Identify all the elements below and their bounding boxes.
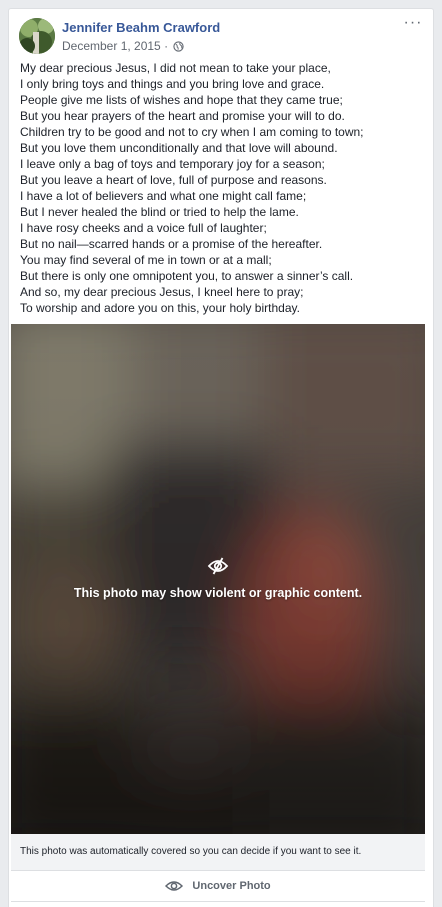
- uncover-photo-button[interactable]: Uncover Photo: [11, 871, 425, 902]
- poem-line: To worship and adore you on this, your h…: [20, 301, 300, 315]
- photo-caption: This photo was automatically covered so …: [11, 834, 425, 871]
- avatar[interactable]: [19, 18, 55, 54]
- poem-line: You may find several of me in town or at…: [20, 253, 272, 267]
- poem-line: And so, my dear precious Jesus, I kneel …: [20, 285, 304, 299]
- content-warning-text: This photo may show violent or graphic c…: [73, 586, 363, 600]
- feed-post: Jennifer Beahm Crawford December 1, 2015…: [8, 8, 434, 907]
- poem-line: I leave only a bag of toys and temporary…: [20, 157, 325, 171]
- eye-icon: [165, 880, 192, 892]
- author-name[interactable]: Jennifer Beahm Crawford: [62, 20, 220, 35]
- post-text: My dear precious Jesus, I did not mean t…: [20, 60, 424, 316]
- content-warning: This photo may show violent or graphic c…: [11, 557, 425, 600]
- poem-line: But you love them unconditionally and th…: [20, 141, 338, 155]
- poem-line: But you hear prayers of the heart and pr…: [20, 109, 345, 123]
- more-options-icon[interactable]: ···: [403, 14, 423, 32]
- poem-line: People give me lists of wishes and hope …: [20, 93, 343, 107]
- poem-line: But I never healed the blind or tried to…: [20, 205, 299, 219]
- poem-line: My dear precious Jesus, I did not mean t…: [20, 61, 331, 75]
- poem-line: But there is only one omnipotent you, to…: [20, 269, 354, 283]
- post-header: Jennifer Beahm Crawford December 1, 2015…: [19, 14, 423, 58]
- meta-separator: ·: [164, 39, 169, 53]
- eye-slash-icon: [207, 557, 229, 579]
- post-meta: December 1, 2015 ·: [62, 39, 185, 55]
- post-date[interactable]: December 1, 2015: [62, 39, 161, 53]
- poem-line: But you leave a heart of love, full of p…: [20, 173, 327, 187]
- globe-icon: [173, 41, 185, 55]
- poem-line: But no nail—scarred hands or a promise o…: [20, 237, 323, 251]
- poem-line: Children try to be good and not to cry w…: [20, 125, 364, 139]
- blurred-photo[interactable]: This photo may show violent or graphic c…: [11, 324, 425, 834]
- uncover-photo-label: Uncover Photo: [192, 880, 271, 892]
- poem-line: I only bring toys and things and you bri…: [20, 77, 325, 91]
- poem-line: I have rosy cheeks and a voice full of l…: [20, 221, 267, 235]
- poem-line: I have a lot of believers and what one m…: [20, 189, 307, 203]
